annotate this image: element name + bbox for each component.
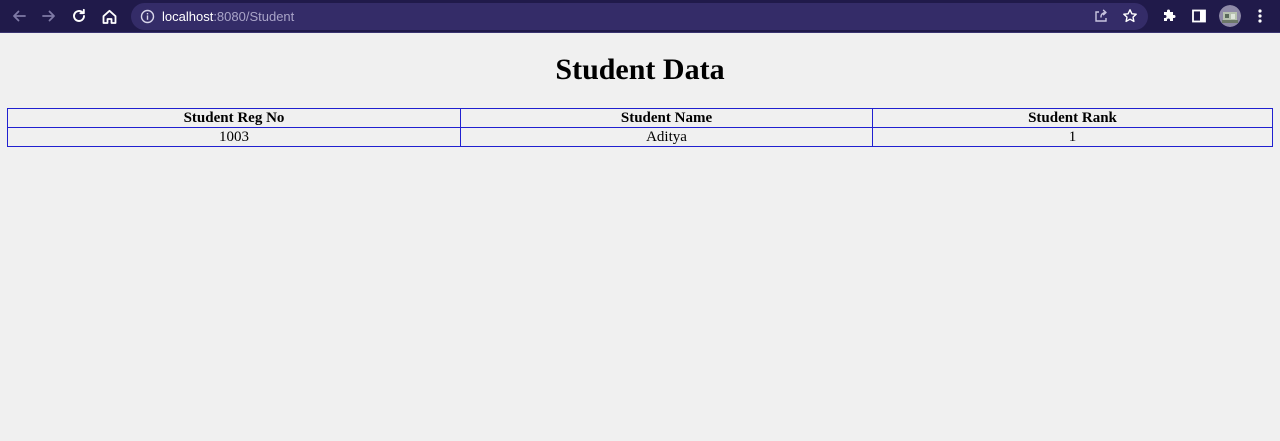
- back-button[interactable]: [8, 5, 30, 27]
- cell-reg-no: 1003: [7, 127, 461, 147]
- extensions-puzzle-icon: [1161, 8, 1177, 24]
- url-text[interactable]: localhost:8080/Student: [162, 8, 294, 25]
- address-bar[interactable]: localhost:8080/Student: [131, 3, 1148, 30]
- student-table: Student Reg No Student Name Student Rank…: [7, 108, 1273, 147]
- browser-toolbar: localhost:8080/Student: [0, 0, 1280, 33]
- extensions-button[interactable]: [1158, 5, 1180, 27]
- header-reg-no: Student Reg No: [7, 108, 461, 128]
- table-row: 1003 Aditya 1: [7, 127, 1273, 147]
- forward-arrow-icon: [41, 8, 57, 24]
- cell-rank: 1: [872, 127, 1273, 147]
- home-icon: [101, 8, 118, 25]
- page-content: Student Data Student Reg No Student Name…: [0, 34, 1280, 441]
- header-rank: Student Rank: [872, 108, 1273, 128]
- url-host: localhost: [162, 9, 214, 24]
- url-path: :8080/Student: [213, 9, 295, 24]
- back-arrow-icon: [11, 8, 27, 24]
- reload-icon: [71, 8, 87, 24]
- reload-button[interactable]: [68, 5, 90, 27]
- page-title: Student Data: [555, 53, 725, 86]
- star-icon[interactable]: [1122, 8, 1138, 29]
- more-menu-button[interactable]: [1249, 5, 1271, 27]
- cell-name: Aditya: [460, 127, 873, 147]
- info-icon[interactable]: [140, 9, 155, 24]
- share-icon[interactable]: [1093, 8, 1109, 29]
- side-panel-icon: [1191, 8, 1207, 24]
- forward-button[interactable]: [38, 5, 60, 27]
- header-name: Student Name: [460, 108, 873, 128]
- profile-avatar[interactable]: [1219, 5, 1241, 27]
- side-panel-button[interactable]: [1188, 5, 1210, 27]
- table-header-row: Student Reg No Student Name Student Rank: [7, 108, 1273, 128]
- home-button[interactable]: [98, 5, 120, 27]
- more-menu-icon: [1257, 8, 1263, 24]
